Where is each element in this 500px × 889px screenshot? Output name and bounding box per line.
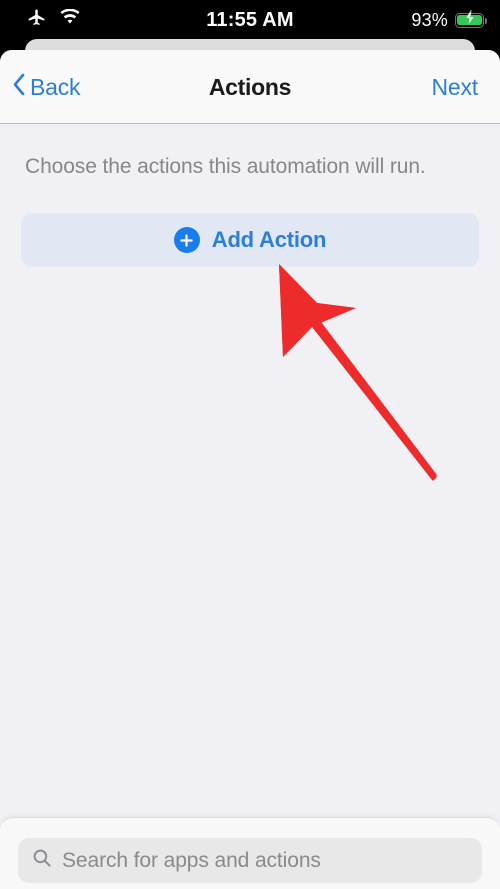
instruction-text: Choose the actions this automation will … [25,155,426,178]
phone-screen: 11:55 AM 93% Back Actions Next Choose th… [0,0,500,889]
battery-percentage: 93% [411,9,448,30]
actions-content-area: Choose the actions this automation will … [0,125,500,889]
status-bar: 11:55 AM 93% [0,0,500,40]
next-button[interactable]: Next [432,50,479,124]
search-icon [32,848,52,873]
add-action-button[interactable]: Add Action [21,213,479,267]
search-sheet: Search for apps and actions [0,817,500,889]
battery-charging-icon [455,9,487,28]
modal-sheet: Back Actions Next Choose the actions thi… [0,50,500,889]
status-bar-right: 93% [411,0,487,40]
search-input[interactable]: Search for apps and actions [18,838,482,883]
search-placeholder: Search for apps and actions [62,848,321,872]
status-bar-time: 11:55 AM [206,8,294,31]
add-action-label: Add Action [211,227,327,252]
page-title: Actions [208,73,292,100]
navigation-bar: Back Actions Next [0,50,500,124]
plus-circle-icon [173,227,200,253]
